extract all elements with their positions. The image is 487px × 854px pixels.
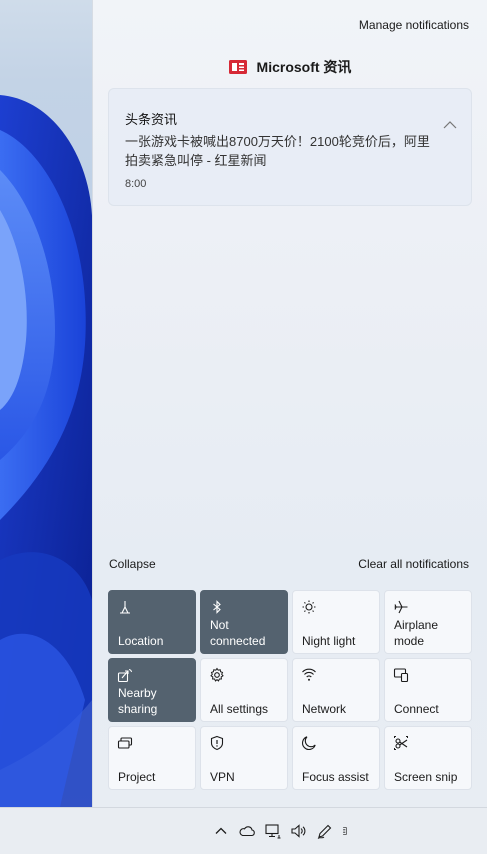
quick-action-connect[interactable]: Connect: [384, 658, 472, 722]
quick-action-focus-assist[interactable]: Focus assist: [292, 726, 380, 790]
bloom-wallpaper-graphic: [0, 95, 92, 807]
clear-all-notifications-button[interactable]: Clear all notifications: [358, 557, 469, 571]
moon-icon: [301, 736, 316, 751]
quick-action-bluetooth[interactable]: Not connected: [200, 590, 288, 654]
notification-app-header: Microsoft 资讯: [93, 57, 487, 77]
quick-action-screen-snip[interactable]: Screen snip: [384, 726, 472, 790]
quick-action-label: Connect: [394, 702, 439, 716]
connect-icon: [393, 668, 409, 683]
app-name: Microsoft 资讯: [256, 59, 352, 75]
manage-notifications-link[interactable]: Manage notifications: [359, 18, 469, 32]
quick-action-label: VPN: [210, 770, 235, 784]
chevron-up-icon[interactable]: [443, 121, 457, 129]
quick-action-label: Focus assist: [302, 770, 369, 784]
taskbar: [0, 807, 487, 854]
notification-title: 头条资讯: [125, 112, 178, 127]
action-center-panel: Manage notifications Microsoft 资讯 头条资讯 一…: [92, 0, 487, 807]
network-icon: [302, 668, 316, 681]
system-tray: [212, 822, 352, 840]
collapse-button[interactable]: Collapse: [109, 557, 156, 571]
notification-time: 8:00: [125, 178, 147, 190]
chevron-up-icon[interactable]: [212, 822, 230, 840]
notification-body: 一张游戏卡被喊出8700万天价！2100轮竞价后，阿里拍卖紧急叫停 - 红星新闻: [125, 134, 430, 168]
quick-action-label: Screen snip: [394, 770, 458, 784]
desktop-wallpaper: [0, 0, 92, 807]
quick-action-all-settings[interactable]: All settings: [200, 658, 288, 722]
gear-icon: [210, 667, 224, 682]
vpn-shield-icon: [210, 735, 224, 751]
nearby-sharing-icon: [117, 669, 132, 683]
microsoft-news-app-icon: [228, 60, 247, 74]
quick-action-label: Night light: [302, 634, 356, 648]
scissors-icon: [394, 736, 408, 750]
quick-action-project[interactable]: Project: [108, 726, 196, 790]
speaker-icon[interactable]: [290, 822, 308, 840]
project-icon: [117, 737, 133, 749]
quick-actions-grid: Location Not connected Night light Airpl…: [108, 590, 472, 790]
notification-card[interactable]: 头条资讯 一张游戏卡被喊出8700万天价！2100轮竞价后，阿里拍卖紧急叫停 -…: [108, 88, 472, 206]
quick-action-label: All settings: [210, 702, 269, 716]
quick-action-airplane-mode[interactable]: Airplane mode: [384, 590, 472, 654]
quick-action-location[interactable]: Location: [108, 590, 196, 654]
quick-action-label: Nearby sharing: [118, 686, 158, 716]
quick-action-vpn[interactable]: VPN: [200, 726, 288, 790]
quick-action-label: Not connected: [210, 618, 266, 648]
quick-action-label: Network: [302, 702, 347, 716]
location-icon: [120, 601, 130, 614]
airplane-icon: [394, 600, 408, 614]
pen-icon[interactable]: [316, 822, 334, 840]
onedrive-cloud-icon[interactable]: [238, 822, 256, 840]
night-light-icon: [302, 600, 316, 614]
network-monitor-icon[interactable]: [264, 822, 282, 840]
bluetooth-icon: [213, 600, 221, 614]
quick-action-label: Location: [118, 634, 164, 648]
input-icon[interactable]: [342, 822, 352, 840]
quick-action-night-light[interactable]: Night light: [292, 590, 380, 654]
quick-action-nearby-sharing[interactable]: Nearby sharing: [108, 658, 196, 722]
quick-action-label: Project: [118, 770, 156, 784]
quick-action-network[interactable]: Network: [292, 658, 380, 722]
quick-action-label: Airplane mode: [394, 618, 439, 648]
